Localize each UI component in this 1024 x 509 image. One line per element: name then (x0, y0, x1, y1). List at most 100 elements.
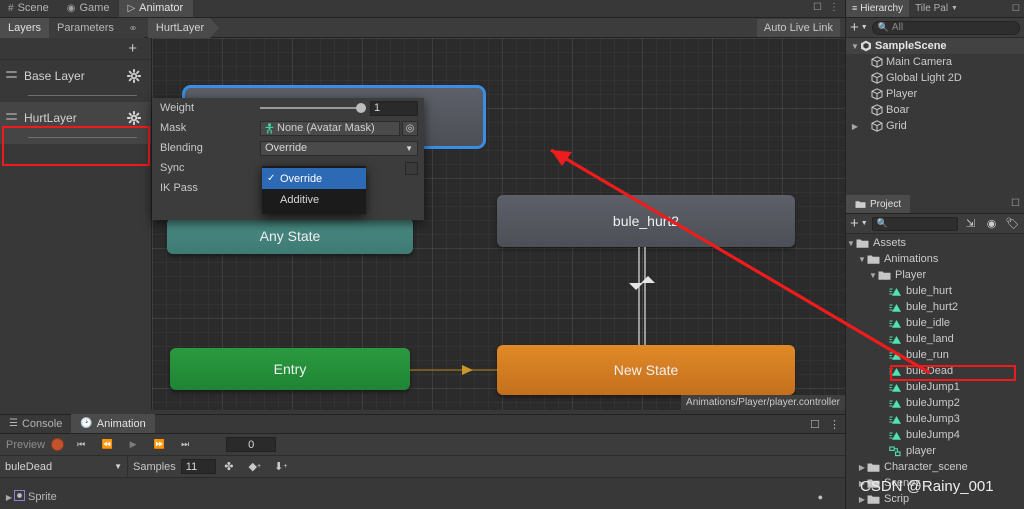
expand-arrow-icon[interactable]: ▶ (4, 493, 14, 502)
kebab-menu-icon[interactable]: ⋮ (829, 418, 840, 431)
layer-item-base[interactable]: Base Layer (0, 60, 151, 102)
hierarchy-item-global-light-2d[interactable]: Global Light 2D (846, 70, 1024, 86)
weight-value-field[interactable]: 1 (370, 100, 418, 116)
drag-handle-icon[interactable] (6, 113, 18, 123)
tab-scene[interactable]: # Scene (0, 0, 59, 17)
hierarchy-search-input[interactable]: 🔍 All (871, 20, 1020, 35)
drag-handle-icon[interactable] (6, 71, 18, 81)
folder-icon (867, 495, 880, 504)
project-item-bulejump4[interactable]: buleJump4 (846, 427, 1024, 443)
menu-item-override[interactable]: ✓ Override (262, 168, 366, 189)
last-frame-icon[interactable]: ⏭ (172, 434, 198, 456)
search-by-type-icon[interactable]: ◉ (983, 216, 1000, 232)
twisty-icon[interactable]: ▶ (850, 122, 860, 131)
play-icon[interactable]: ▶ (120, 434, 146, 456)
animator-state-graph[interactable]: Any State Entry New State bule_hurt2 Ani… (152, 38, 845, 410)
tab-hierarchy[interactable]: ≡ Hierarchy (846, 0, 910, 17)
plus-icon: + (850, 18, 859, 36)
project-item-bulejump1[interactable]: buleJump1 (846, 379, 1024, 395)
add-layer-button[interactable]: + (128, 41, 137, 56)
project-item-bulejump3[interactable]: buleJump3 (846, 411, 1024, 427)
project-item-bule-hurt2[interactable]: bule_hurt2 (846, 299, 1024, 315)
project-search-input[interactable]: 🔍 (871, 216, 958, 231)
project-lock-icon[interactable]: ☐ (1011, 198, 1020, 209)
clip-selector-dropdown[interactable]: buleDead ▼ (0, 455, 128, 478)
search-by-label-icon[interactable]: 🏷 (1004, 216, 1021, 232)
hierarchy-item-player[interactable]: Player (846, 86, 1024, 102)
gear-icon[interactable] (127, 69, 141, 83)
tab-layers[interactable]: Layers (0, 17, 50, 38)
prev-frame-icon[interactable]: ⏪ (94, 434, 120, 456)
hierarchy-item-grid[interactable]: ▶ Grid (846, 118, 1024, 134)
tab-parameters[interactable]: Parameters (49, 17, 122, 38)
lock-icon[interactable]: ☐ (813, 2, 822, 13)
kebab-menu-icon[interactable]: ⋮ (829, 2, 839, 13)
project-item-player[interactable]: player (846, 443, 1024, 459)
lock-icon[interactable]: ☐ (810, 418, 820, 431)
preview-label[interactable]: Preview (0, 439, 51, 451)
right-dock: ≡ Hierarchy Tile Pal ▼ ☐ + ▼ 🔍 All ▼ Samp… (845, 0, 1024, 509)
project-item-bule-idle[interactable]: bule_idle (846, 315, 1024, 331)
hierarchy-item-label: SampleScene (875, 40, 947, 52)
create-asset-button[interactable]: + ▼ (850, 216, 868, 231)
breadcrumb-hurtlayer[interactable]: HurtLayer (147, 17, 220, 38)
weight-slider[interactable] (260, 101, 366, 115)
gameobject-icon (871, 72, 883, 84)
project-item-bulejump2[interactable]: buleJump2 (846, 395, 1024, 411)
twisty-icon[interactable]: ▼ (846, 239, 856, 248)
tab-tile-palette[interactable]: Tile Pal ▼ (909, 0, 964, 17)
twisty-icon[interactable]: ▼ (868, 271, 878, 280)
slider-knob[interactable] (356, 103, 366, 113)
project-item-buledead[interactable]: buleDead (846, 363, 1024, 379)
add-event-icon[interactable]: ⬇ + (268, 456, 294, 478)
hierarchy-tree[interactable]: ▼ SampleScene Main Camera Global Light 2D Pl… (846, 38, 1024, 134)
tab-project[interactable]: Project (846, 195, 911, 213)
hierarchy-item-samplescene[interactable]: ▼ SampleScene (846, 38, 1024, 54)
layer-settings-popup: Weight 1 Mask None (Avatar Mask) ◎ Blend… (152, 98, 424, 220)
add-keyframe-icon[interactable]: ✤ (216, 456, 242, 478)
project-item-bule-hurt[interactable]: bule_hurt (846, 283, 1024, 299)
hierarchy-item-boar[interactable]: Boar (846, 102, 1024, 118)
project-item-player[interactable]: ▼ Player (846, 267, 1024, 283)
first-frame-icon[interactable]: ⏮ (68, 434, 94, 456)
mask-object-field[interactable]: None (Avatar Mask) (260, 120, 400, 136)
gear-icon[interactable] (127, 111, 141, 125)
project-tree[interactable]: ▼ Assets ▼ Animations ▼ Player bule_hurt bule_h… (846, 234, 1024, 507)
project-item-assets[interactable]: ▼ Assets (846, 235, 1024, 251)
menu-item-additive[interactable]: Additive (262, 189, 366, 210)
project-item-bule-land[interactable]: bule_land (846, 331, 1024, 347)
auto-live-link-button[interactable]: Auto Live Link (756, 19, 840, 37)
sync-checkbox[interactable] (405, 161, 418, 175)
add-layer-row: + (0, 38, 151, 60)
twisty-icon[interactable]: ▼ (850, 42, 860, 51)
record-icon[interactable] (51, 438, 65, 451)
project-item-bule-run[interactable]: bule_run (846, 347, 1024, 363)
hierarchy-item-main-camera[interactable]: Main Camera (846, 54, 1024, 70)
tab-animator[interactable]: ▷ Animator (119, 0, 194, 17)
twisty-icon[interactable]: ▼ (857, 255, 867, 264)
mask-value: None (Avatar Mask) (277, 122, 375, 134)
anim-clip-icon (889, 367, 901, 376)
search-in-packages-icon[interactable]: ⇲ (962, 216, 979, 232)
project-item-character-scene[interactable]: ▶ Character_scene (846, 459, 1024, 475)
popup-blending-row: Blending Override ▼ (152, 138, 424, 158)
twisty-icon[interactable]: ▶ (857, 495, 867, 504)
tab-animation[interactable]: 🕑 Animation (71, 414, 155, 433)
animation-property-row[interactable]: ▶ Sprite ● (0, 489, 845, 505)
samples-field[interactable]: 11 (180, 459, 216, 474)
project-toolbar: + ▼ 🔍 ⇲ ◉ 🏷 (846, 214, 1024, 234)
create-object-button[interactable]: + ▼ (850, 18, 868, 36)
object-picker-icon[interactable]: ◎ (402, 120, 418, 136)
project-item-animations[interactable]: ▼ Animations (846, 251, 1024, 267)
next-frame-icon[interactable]: ⏩ (146, 434, 172, 456)
current-frame-field[interactable]: 0 (226, 437, 277, 452)
watermark-text: CSDN @Rainy_001 (860, 478, 994, 495)
hierarchy-lock-icon[interactable]: ☐ (1012, 3, 1020, 14)
twisty-icon[interactable]: ▶ (857, 463, 867, 472)
tab-game[interactable]: ◉ Game (58, 0, 120, 17)
tab-console[interactable]: ☰ Console (0, 414, 71, 433)
layer-item-hurtlayer[interactable]: HurtLayer (0, 102, 151, 144)
add-property-icon[interactable]: ◆ + (242, 456, 268, 478)
blending-dropdown[interactable]: Override ▼ (260, 140, 418, 156)
eye-icon[interactable] (121, 17, 144, 38)
